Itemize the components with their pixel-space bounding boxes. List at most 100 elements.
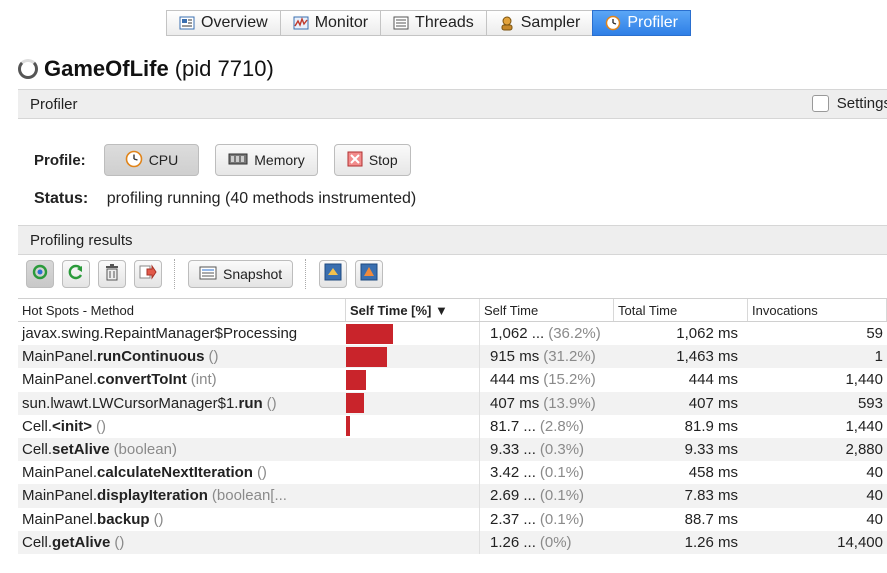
- method-cell: MainPanel. displayIteration (boolean[...: [18, 484, 346, 507]
- tab-label: Overview: [201, 14, 268, 31]
- snapshot-button[interactable]: Snapshot: [188, 260, 294, 288]
- snapshot-icon: [199, 265, 217, 284]
- stop-label: Stop: [368, 152, 398, 168]
- self-time-bar-cell: [346, 368, 480, 392]
- trash-icon: [104, 263, 120, 286]
- table-row[interactable]: MainPanel. displayIteration (boolean[... 2…: [18, 484, 887, 508]
- memory-button[interactable]: Memory: [215, 144, 318, 176]
- self-time-percent: (2.8%): [539, 417, 585, 435]
- method-cell: MainPanel. calculateNextIteration(): [18, 461, 346, 484]
- table-row[interactable]: MainPanel. runContinuous() 915 ms (31.2%) …: [18, 345, 887, 369]
- method-name: convertToInt: [97, 371, 187, 389]
- tab-overview[interactable]: Overview: [166, 10, 280, 36]
- table-row[interactable]: MainPanel. convertToInt (int) 444 ms (15.2%…: [18, 368, 887, 392]
- method-cell: Cell. <init>(): [18, 415, 346, 438]
- method-prefix: Cell.: [22, 533, 53, 551]
- column-header-total-time[interactable]: Total Time: [614, 299, 748, 321]
- column-header-self-time[interactable]: Self Time: [480, 299, 614, 321]
- method-cell: Cell. setAlive (boolean): [18, 438, 346, 461]
- self-time-cell: 9.33 ... (0.3%): [480, 438, 614, 461]
- self-time-value: 407 ms: [490, 394, 540, 412]
- table-row[interactable]: Cell. <init>() 81.7 ... (2.8%) 81.9 ms 1,4…: [18, 414, 887, 438]
- invocations-cell: 40: [866, 510, 883, 528]
- table-body: javax.swing.RepaintManager$Processing 1,…: [18, 322, 887, 554]
- export-button[interactable]: [134, 260, 162, 288]
- total-time-cell: 7.83 ms: [684, 487, 738, 505]
- table-row[interactable]: MainPanel. calculateNextIteration() 3.42 …: [18, 461, 887, 485]
- method-args: (boolean[...: [211, 487, 287, 505]
- method-name: <init>: [52, 417, 93, 435]
- method-args: (): [114, 533, 125, 551]
- tab-monitor[interactable]: Monitor: [279, 10, 381, 36]
- self-time-value: 915 ms: [490, 348, 540, 366]
- monitor-icon: [293, 15, 309, 31]
- method-name: run: [238, 394, 263, 412]
- self-time-percent: (36.2%): [548, 325, 601, 343]
- method-prefix: MainPanel.: [22, 487, 98, 505]
- self-time-bar-cell: [346, 345, 480, 369]
- refresh-button[interactable]: [62, 260, 90, 288]
- total-time-cell: 1.26 ms: [684, 533, 738, 551]
- hot-spots-table: Hot Spots - Method Self Time [%] ▼ Self …: [18, 298, 887, 554]
- thread-dump-button[interactable]: [355, 260, 384, 288]
- auto-refresh-button[interactable]: [26, 260, 54, 288]
- column-header-invocations[interactable]: Invocations: [748, 299, 887, 321]
- self-time-cell: 1.26 ... (0%): [480, 531, 614, 554]
- self-time-value: 81.7 ...: [490, 417, 536, 435]
- invocations-cell: 1,440: [845, 417, 883, 435]
- settings-checkbox[interactable]: [811, 95, 829, 112]
- method-prefix: Cell.: [22, 417, 53, 435]
- self-time-value: 2.69 ...: [490, 487, 536, 505]
- section-title: Profiling results: [30, 231, 133, 249]
- self-time-bar: [346, 369, 366, 390]
- toolbar-separator: [305, 259, 307, 289]
- settings-toggle[interactable]: Settings: [811, 95, 887, 112]
- cpu-button[interactable]: CPU: [103, 144, 200, 176]
- total-time-cell: 1,463 ms: [676, 348, 738, 366]
- table-row[interactable]: MainPanel. backup() 2.37 ... (0.1%) 88.7 m…: [18, 507, 887, 531]
- method-cell: MainPanel. runContinuous(): [18, 345, 346, 368]
- invocations-cell: 593: [857, 394, 883, 412]
- tab-threads[interactable]: Threads: [380, 10, 486, 36]
- method-cell: javax.swing.RepaintManager$Processing: [18, 322, 346, 345]
- status-line: Status: profiling running (40 methods in…: [34, 190, 416, 208]
- self-time-cell: 1,062 ... (36.2%): [480, 322, 614, 345]
- method-prefix: Cell.: [22, 441, 53, 459]
- self-time-bar-cell: [346, 530, 480, 554]
- total-time-cell: 444 ms: [688, 371, 738, 389]
- self-time-percent: (0%): [539, 533, 572, 551]
- method-cell: Cell. getAlive(): [18, 531, 346, 554]
- column-header-self-time-percent[interactable]: Self Time [%] ▼: [346, 299, 480, 321]
- self-time-bar: [346, 393, 364, 414]
- table-row[interactable]: Cell. setAlive (boolean) 9.33 ... (0.3%) 9.…: [18, 437, 887, 462]
- table-row[interactable]: javax.swing.RepaintManager$Processing 1,…: [18, 322, 887, 346]
- stop-button[interactable]: Stop: [333, 144, 411, 176]
- self-time-percent: (0.1%): [539, 510, 585, 528]
- sampler-icon: [499, 15, 515, 31]
- tab-label: Threads: [415, 14, 474, 31]
- table-row[interactable]: Cell. getAlive() 1.26 ... (0%) 1.26 ms 14,…: [18, 530, 887, 554]
- self-time-percent: (0.3%): [539, 441, 585, 459]
- method-prefix: javax.swing.RepaintManager$Processing: [22, 325, 298, 343]
- snapshot-label: Snapshot: [223, 266, 283, 282]
- method-prefix: MainPanel.: [22, 348, 98, 366]
- tab-profiler[interactable]: Profiler: [592, 10, 692, 36]
- profiler-section-header: Profiler Settings: [18, 89, 887, 119]
- table-row[interactable]: sun.lwawt.LWCursorManager$1. run() 407 ms…: [18, 391, 887, 415]
- self-time-bar-cell: [346, 437, 480, 462]
- tab-sampler[interactable]: Sampler: [485, 10, 593, 36]
- method-prefix: MainPanel.: [22, 464, 98, 482]
- loading-spinner-icon: [18, 59, 38, 79]
- column-header-method[interactable]: Hot Spots - Method: [18, 299, 346, 321]
- method-args: (): [266, 394, 277, 412]
- self-time-cell: 3.42 ... (0.1%): [480, 461, 614, 484]
- self-time-percent: (31.2%): [543, 348, 596, 366]
- compare-button[interactable]: [319, 260, 348, 288]
- self-time-value: 2.37 ...: [490, 510, 536, 528]
- self-time-bar: [346, 416, 350, 437]
- method-args: (int): [190, 371, 217, 389]
- self-time-percent: (13.9%): [543, 394, 596, 412]
- self-time-bar: [346, 346, 387, 367]
- method-args: (boolean): [113, 441, 177, 459]
- reset-button[interactable]: [98, 260, 126, 288]
